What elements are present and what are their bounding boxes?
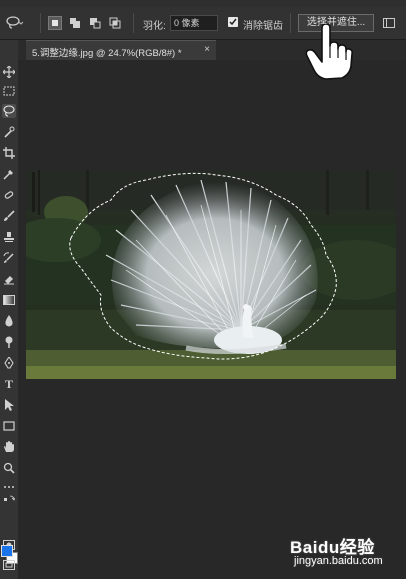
separator xyxy=(133,13,134,33)
hand-cursor-icon xyxy=(304,23,354,80)
gradient-tool-icon[interactable] xyxy=(2,293,16,307)
path-selection-tool-icon[interactable] xyxy=(2,398,16,412)
brush-tool-icon[interactable] xyxy=(2,209,16,223)
history-brush-tool-icon[interactable] xyxy=(2,251,16,265)
eyedropper-tool-icon[interactable] xyxy=(2,167,16,181)
pen-tool-icon[interactable] xyxy=(2,356,16,370)
healing-brush-tool-icon[interactable] xyxy=(2,188,16,202)
blur-tool-icon[interactable] xyxy=(2,314,16,328)
canvas-area[interactable] xyxy=(18,60,406,579)
menu-bar xyxy=(0,0,406,7)
panel-toggle-icon[interactable] xyxy=(383,18,395,28)
feather-label: 羽化: xyxy=(143,21,166,32)
subtract-from-selection-button[interactable] xyxy=(88,16,102,30)
screen-mode-icon[interactable] xyxy=(2,558,16,572)
foreground-color-swatch[interactable] xyxy=(1,545,13,557)
toolbox: T xyxy=(0,40,19,579)
anti-alias-checkbox[interactable] xyxy=(228,17,238,27)
close-tab-icon[interactable]: × xyxy=(204,44,210,55)
intersect-selection-button[interactable] xyxy=(108,16,122,30)
type-tool-icon[interactable]: T xyxy=(2,377,16,391)
move-tool-icon[interactable] xyxy=(2,65,16,79)
watermark-url: jingyan.baidu.com xyxy=(294,555,383,567)
crop-tool-icon[interactable] xyxy=(2,146,16,160)
quick-selection-tool-icon[interactable] xyxy=(2,125,16,139)
lasso-tool-icon[interactable] xyxy=(2,104,16,118)
dodge-tool-icon[interactable] xyxy=(2,335,16,349)
rectangle-tool-icon[interactable] xyxy=(2,419,16,433)
document-tab-title: 5.调整边缘.jpg @ 24.7%(RGB/8#) * xyxy=(32,48,182,59)
swap-colors-icon[interactable] xyxy=(2,494,16,504)
clone-stamp-tool-icon[interactable] xyxy=(2,230,16,244)
separator xyxy=(290,13,291,33)
add-to-selection-button[interactable] xyxy=(68,16,82,30)
hand-tool-icon[interactable] xyxy=(2,440,16,454)
marquee-tool-icon[interactable] xyxy=(2,84,16,98)
lasso-tool-preset-icon[interactable] xyxy=(6,16,24,30)
anti-alias-label: 消除锯齿 xyxy=(243,21,283,32)
feather-input[interactable]: 0 像素 xyxy=(170,15,218,31)
separator xyxy=(40,13,41,33)
eraser-tool-icon[interactable] xyxy=(2,272,16,286)
zoom-tool-icon[interactable] xyxy=(2,461,16,475)
new-selection-button[interactable] xyxy=(48,16,62,30)
peacock-photo[interactable] xyxy=(26,170,396,379)
baidu-watermark: Baidu经验 jingyan.baidu.com xyxy=(290,533,402,573)
more-tools-icon[interactable] xyxy=(2,480,16,494)
document-tab[interactable]: 5.调整边缘.jpg @ 24.7%(RGB/8#) * × xyxy=(26,40,216,60)
